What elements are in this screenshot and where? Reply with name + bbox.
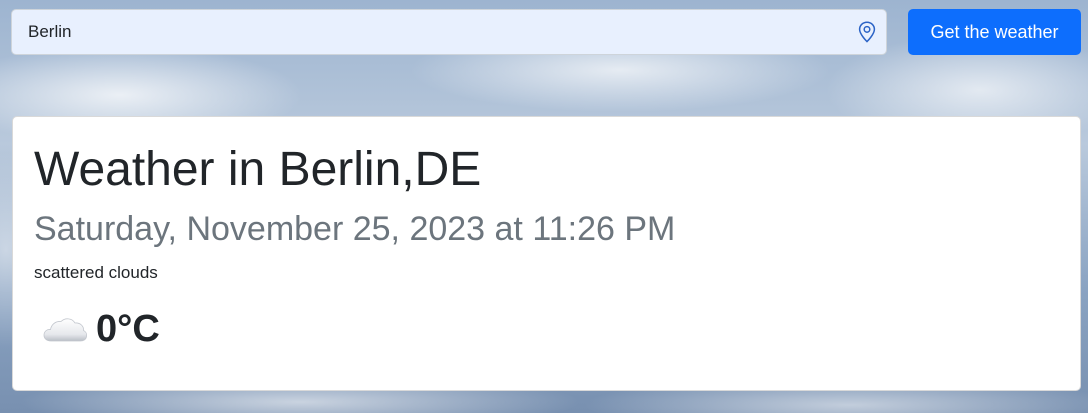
city-input-wrapper [11,9,887,55]
temperature-row: 0°C [34,303,1059,355]
weather-title: Weather in Berlin,DE [34,143,482,196]
get-weather-button[interactable]: Get the weather [908,9,1081,55]
city-search-input[interactable] [12,10,886,54]
cloud-icon [43,318,88,342]
weather-datetime: Saturday, November 25, 2023 at 11:26 PM [34,210,676,248]
weather-card: Weather in Berlin,DE Saturday, November … [12,116,1081,391]
temperature-value: 0°C [96,308,160,350]
weather-description: scattered clouds [34,263,158,282]
search-bar: Get the weather [11,9,1081,55]
location-pin-icon[interactable] [858,21,876,43]
